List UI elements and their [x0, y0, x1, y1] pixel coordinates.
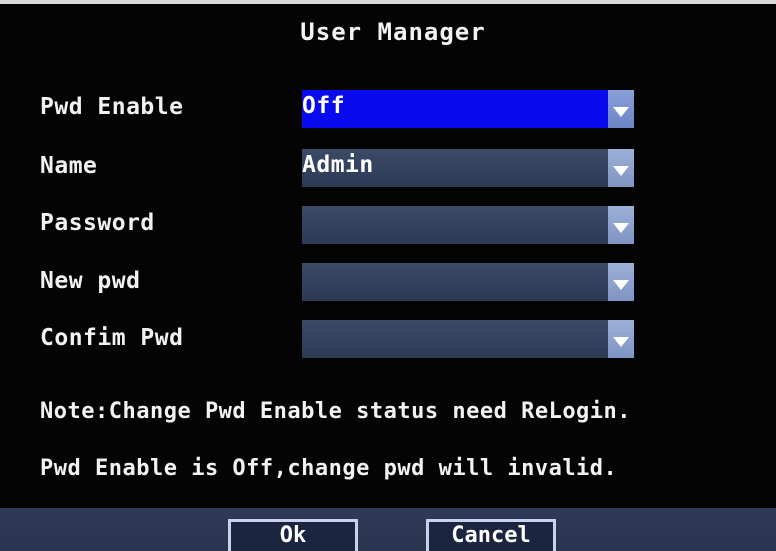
- ok-button[interactable]: Ok: [228, 519, 358, 551]
- dialog-title: User Manager: [300, 18, 486, 46]
- new-pwd-dropdown-arrow-icon[interactable]: [608, 263, 634, 301]
- window-top-edge: [0, 0, 776, 4]
- confirm-pwd-input[interactable]: [302, 320, 634, 358]
- invalid-pwd-note: Pwd Enable is Off,change pwd will invali…: [40, 456, 618, 481]
- password-input[interactable]: [302, 206, 634, 244]
- button-bar: [0, 508, 776, 551]
- cancel-button[interactable]: Cancel: [426, 519, 556, 551]
- pwd-enable-dropdown-arrow-icon[interactable]: [608, 90, 634, 128]
- confirm-pwd-label: Confim Pwd: [40, 325, 184, 351]
- relogin-note: Note:Change Pwd Enable status need ReLog…: [40, 399, 632, 424]
- confirm-pwd-dropdown-arrow-icon[interactable]: [608, 320, 634, 358]
- password-label: Password: [40, 210, 155, 236]
- name-label: Name: [40, 153, 98, 179]
- new-pwd-label: New pwd: [40, 268, 141, 294]
- pwd-enable-select[interactable]: Off: [302, 90, 634, 128]
- pwd-enable-value: Off: [302, 93, 346, 119]
- pwd-enable-label: Pwd Enable: [40, 94, 184, 120]
- name-value: Admin: [302, 152, 374, 178]
- password-dropdown-arrow-icon[interactable]: [608, 206, 634, 244]
- new-pwd-input[interactable]: [302, 263, 634, 301]
- name-select[interactable]: Admin: [302, 149, 634, 187]
- user-manager-dialog: User Manager Pwd Enable Off Name Admin P…: [0, 0, 776, 551]
- name-dropdown-arrow-icon[interactable]: [608, 149, 634, 187]
